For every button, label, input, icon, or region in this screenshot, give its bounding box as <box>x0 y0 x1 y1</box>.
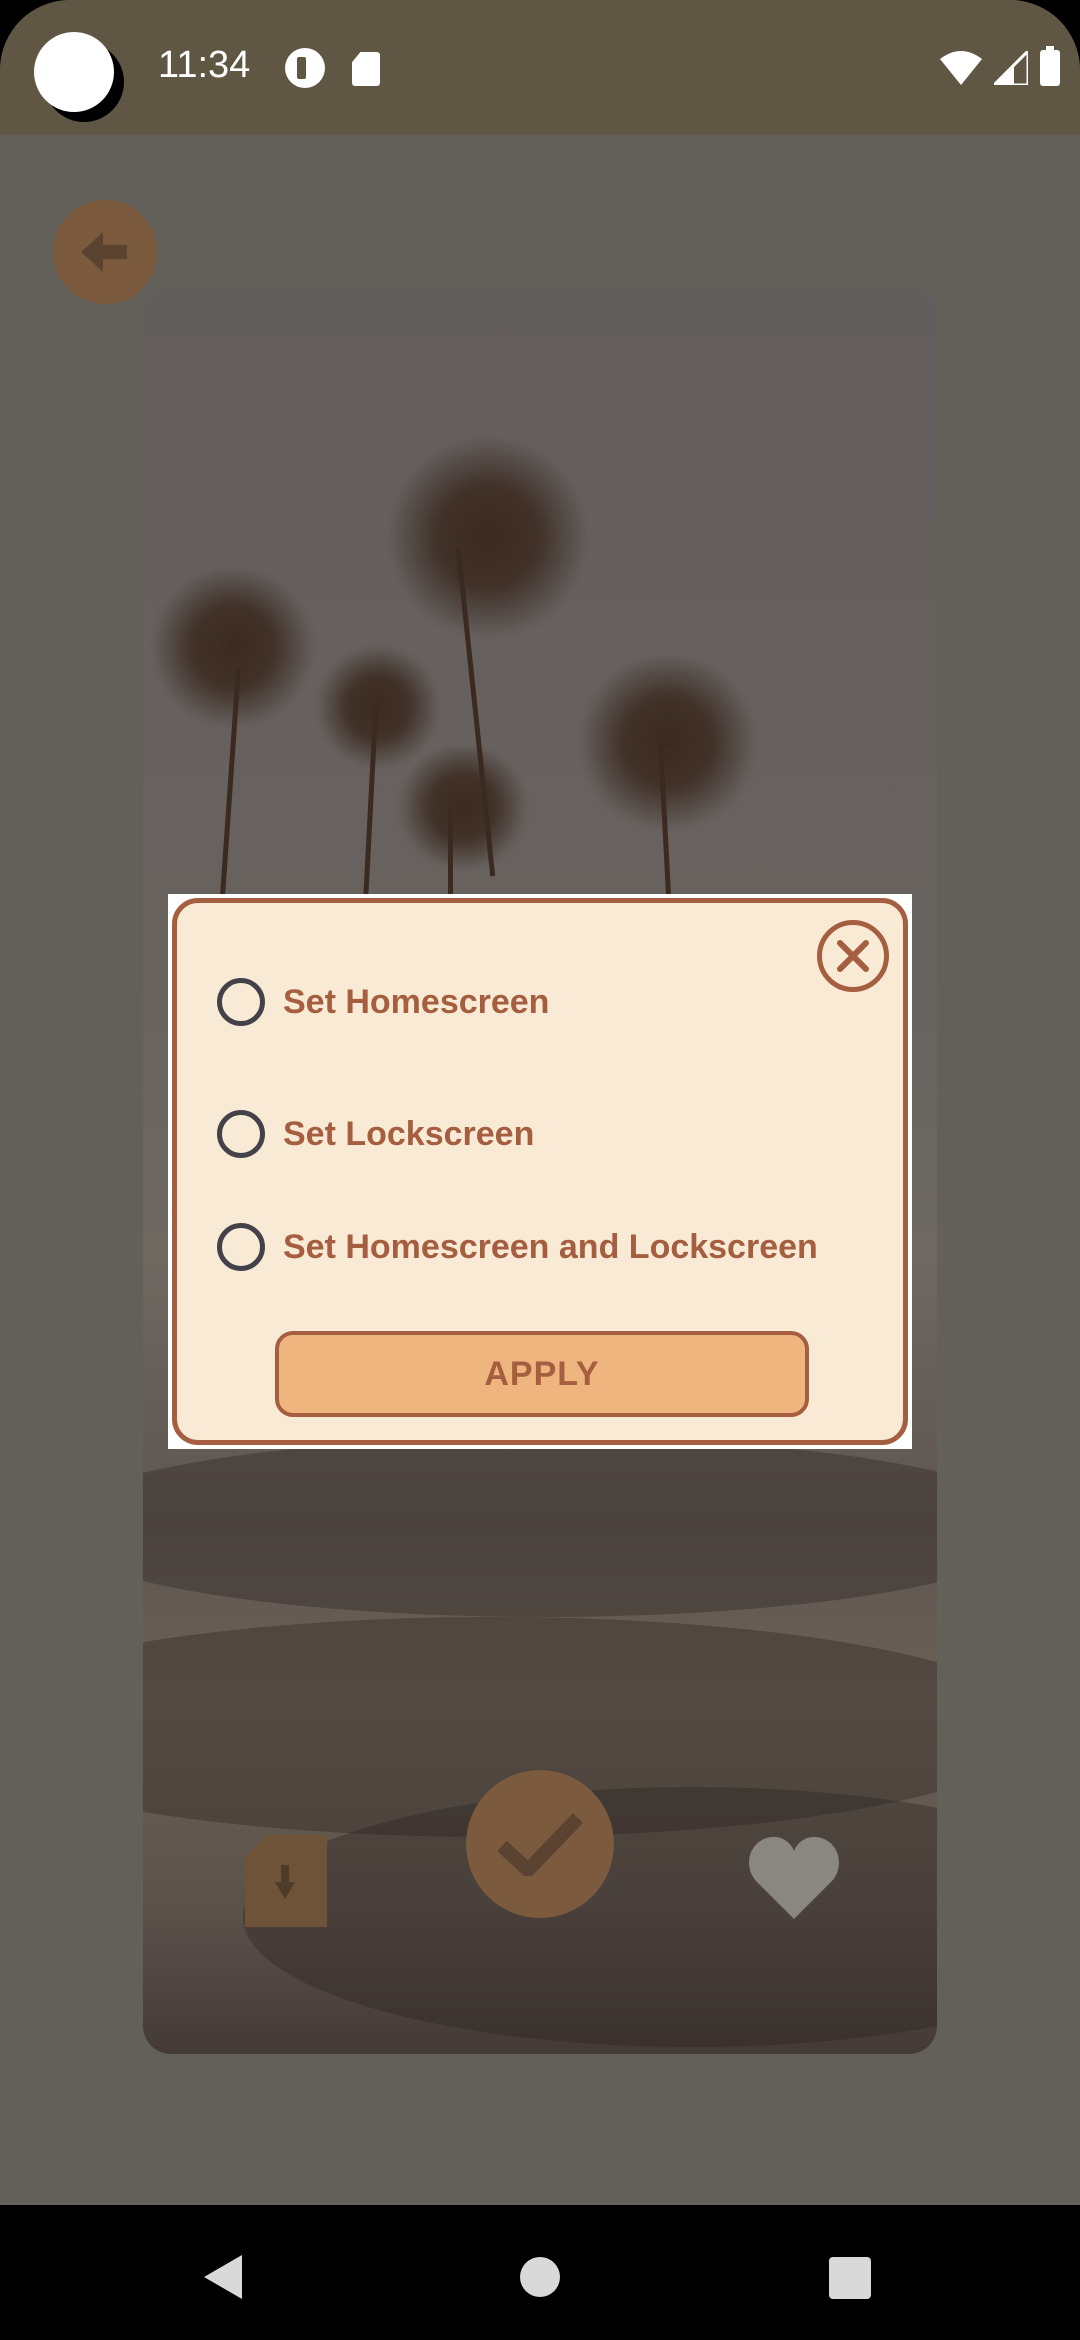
camera-cutout-icon <box>34 32 114 112</box>
radio-button[interactable] <box>217 978 265 1026</box>
option-set-lockscreen[interactable]: Set Lockscreen <box>217 1104 534 1164</box>
sd-card-icon <box>352 52 380 86</box>
arrow-left-icon <box>81 232 127 272</box>
signal-icon <box>994 51 1028 85</box>
phone-screen: 11:34 Set Homescreen Set Lockscreen Set … <box>0 0 1080 2340</box>
home-icon[interactable] <box>520 2257 560 2297</box>
radio-button[interactable] <box>217 1223 265 1271</box>
option-label: Set Lockscreen <box>283 1114 535 1153</box>
check-icon <box>498 1813 582 1876</box>
close-icon <box>837 940 869 972</box>
option-set-homescreen[interactable]: Set Homescreen <box>217 972 549 1032</box>
option-set-both[interactable]: Set Homescreen and Lockscreen <box>217 1217 818 1277</box>
status-right-icons <box>940 46 1060 88</box>
status-bar: 11:34 <box>0 0 1080 135</box>
recents-icon[interactable] <box>829 2257 871 2299</box>
navigation-bar <box>0 2205 1080 2340</box>
back-button[interactable] <box>53 200 157 304</box>
save-wallpaper-button[interactable] <box>245 1835 327 1927</box>
apply-wallpaper-button[interactable] <box>466 1770 614 1918</box>
notification-p-icon <box>285 48 325 88</box>
option-label: Set Homescreen and Lockscreen <box>283 1227 818 1266</box>
dialog-panel: Set Homescreen Set Lockscreen Set Homesc… <box>172 898 908 1445</box>
apply-button[interactable]: APPLY <box>275 1331 809 1417</box>
option-label: Set Homescreen <box>283 982 550 1021</box>
status-time: 11:34 <box>158 44 251 86</box>
set-wallpaper-dialog: Set Homescreen Set Lockscreen Set Homesc… <box>168 894 912 1449</box>
back-icon[interactable] <box>204 2255 242 2299</box>
radio-button[interactable] <box>217 1110 265 1158</box>
wifi-icon <box>940 51 982 85</box>
battery-icon <box>1040 46 1060 86</box>
close-button[interactable] <box>817 920 889 992</box>
heart-icon[interactable] <box>748 1835 840 1919</box>
